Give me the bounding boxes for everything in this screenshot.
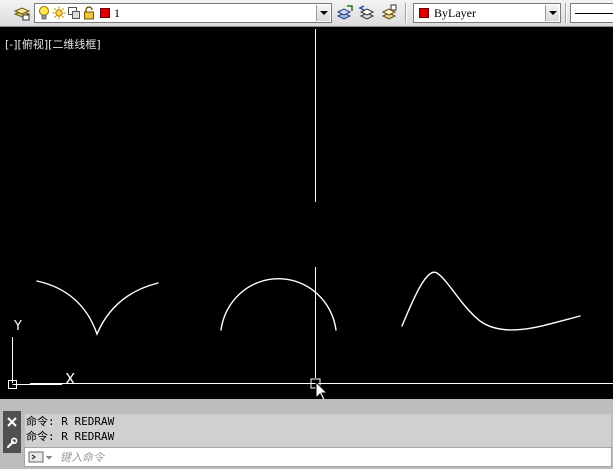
history-line: 命令: R REDRAW <box>26 415 115 428</box>
command-prompt-icon[interactable] <box>28 450 54 464</box>
drawing-canvas[interactable]: Y X <box>0 27 613 399</box>
padlock-icon[interactable] <box>82 5 96 21</box>
semicircle-arc[interactable] <box>220 278 337 331</box>
layer-name: 1 <box>114 5 120 20</box>
make-current-icon <box>336 5 353 20</box>
linetype-dropdown[interactable] <box>570 3 613 23</box>
command-history: 命令: R REDRAW 命令: R REDRAW <box>25 414 611 448</box>
toolbar-separator <box>565 3 567 23</box>
layer-previous-icon <box>358 5 375 20</box>
autocad-window: 1 ByLayer [-][俯视][二维线框] Y X 命令: R REDRAW… <box>0 0 613 469</box>
wrench-icon[interactable] <box>6 437 18 449</box>
command-input-box[interactable] <box>24 447 612 467</box>
ucs-y-axis-label: Y <box>13 319 22 334</box>
chevron-down-icon <box>319 11 328 15</box>
layers-toolbar: 1 ByLayer <box>0 0 613 27</box>
linetype-preview <box>575 12 613 14</box>
lightbulb-on-icon[interactable] <box>37 5 51 21</box>
spline-curve[interactable] <box>401 271 581 331</box>
chevron-down-icon <box>548 11 557 15</box>
color-swatch <box>419 8 429 18</box>
mouse-pointer-icon <box>315 380 329 399</box>
layer-dropdown-arrow[interactable] <box>316 5 330 21</box>
layer-manager-icon <box>13 7 31 21</box>
toolbar-separator <box>405 3 407 23</box>
history-line: 命令: R REDRAW <box>26 430 115 443</box>
ucs-x-axis-label: X <box>65 370 75 388</box>
layer-dropdown[interactable]: 1 <box>34 3 332 23</box>
layer-previous-button[interactable] <box>357 3 377 23</box>
layer-manager-button[interactable] <box>12 3 32 23</box>
color-dropdown-arrow[interactable] <box>545 5 559 21</box>
viewport-freeze-icon[interactable] <box>67 5 81 21</box>
sun-freeze-icon[interactable] <box>52 5 66 21</box>
command-input[interactable] <box>60 450 580 464</box>
layer-state-button[interactable] <box>379 3 399 23</box>
color-name: ByLayer <box>434 5 476 20</box>
layer-state-icon <box>381 4 397 20</box>
command-line-window: 命令: R REDRAW 命令: R REDRAW <box>0 399 613 469</box>
make-current-button[interactable] <box>335 3 355 23</box>
color-dropdown[interactable]: ByLayer <box>413 3 561 23</box>
layer-color-swatch <box>100 8 110 18</box>
ucs-icon <box>8 337 62 389</box>
close-icon[interactable] <box>6 416 18 428</box>
command-line-sidebar <box>3 411 21 453</box>
v-shaped-arc-curve[interactable] <box>36 280 159 336</box>
drawing-viewport[interactable]: [-][俯视][二维线框] Y X <box>0 27 613 399</box>
